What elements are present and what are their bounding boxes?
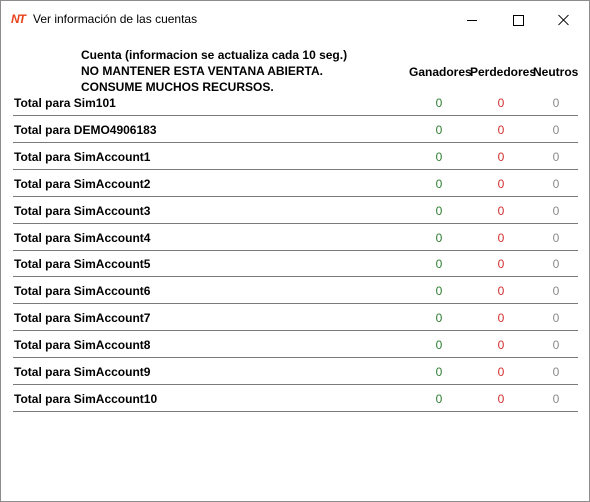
account-total-label: Total para SimAccount10 [14, 391, 158, 406]
perdedores-value: 0 [497, 122, 505, 137]
column-header-neutros: Neutros [533, 65, 579, 79]
ganadores-value: 0 [435, 203, 443, 218]
column-header-perdedores: Perdedores [470, 65, 537, 79]
perdedores-value: 0 [497, 230, 505, 245]
column-header-ganadores: Ganadores [409, 65, 472, 79]
notice-line-1: Cuenta (informacion se actualiza cada 10… [81, 48, 348, 62]
neutros-value: 0 [552, 365, 560, 379]
neutros-value: 0 [552, 284, 560, 299]
neutros-value: 0 [552, 257, 560, 272]
perdedores-value: 0 [497, 338, 505, 353]
table-row: Total para SimAccount10 0 0 0 [13, 385, 578, 412]
account-total-label: Total para SimAccount4 [14, 230, 151, 245]
table-row: Total para SimAccount3 0 0 0 [13, 197, 578, 224]
perdedores-value: 0 [497, 203, 505, 218]
ganadores-value: 0 [435, 149, 443, 164]
ganadores-value: 0 [435, 365, 443, 379]
table-row: Total para SimAccount6 0 0 0 [13, 277, 578, 305]
table-row: Total para Sim101 0 0 0 [13, 89, 578, 116]
table-row: Total para DEMO4906183 0 0 0 [13, 116, 578, 143]
close-button[interactable] [541, 1, 587, 39]
ganadores-value: 0 [435, 176, 443, 191]
ganadores-value: 0 [435, 391, 443, 406]
perdedores-value: 0 [497, 365, 505, 379]
perdedores-value: 0 [497, 257, 505, 272]
neutros-value: 0 [552, 176, 560, 191]
perdedores-value: 0 [497, 176, 505, 191]
table-row: Total para SimAccount9 0 0 0 [13, 358, 578, 385]
account-total-label: Total para SimAccount5 [14, 257, 151, 272]
neutros-value: 0 [552, 230, 560, 245]
account-total-label: Total para Sim101 [14, 96, 116, 110]
ganadores-value: 0 [435, 230, 443, 245]
neutros-value: 0 [552, 96, 560, 110]
account-total-label: Total para SimAccount7 [14, 311, 151, 326]
table-row: Total para SimAccount7 0 0 0 [13, 304, 578, 332]
account-info-window: NT Ver información de las cuentas Cuenta… [0, 0, 590, 502]
ganadores-value: 0 [435, 122, 443, 137]
perdedores-value: 0 [497, 96, 505, 110]
title-bar[interactable]: NT Ver información de las cuentas [1, 1, 589, 39]
neutros-value: 0 [552, 391, 560, 406]
notice-line-2: NO MANTENER ESTA VENTANA ABIERTA. [81, 64, 323, 78]
refresh-notice: Cuenta (informacion se actualiza cada 10… [81, 47, 347, 95]
ganadores-value: 0 [435, 338, 443, 353]
close-icon [558, 14, 570, 26]
neutros-value: 0 [552, 311, 560, 326]
maximize-icon [512, 14, 524, 26]
perdedores-value: 0 [497, 311, 505, 326]
ganadores-value: 0 [435, 284, 443, 299]
table-row: Total para SimAccount5 0 0 0 [13, 250, 578, 278]
account-total-label: Total para SimAccount3 [14, 203, 151, 218]
table-row: Total para SimAccount4 0 0 0 [13, 224, 578, 251]
perdedores-value: 0 [497, 391, 505, 406]
account-total-label: Total para SimAccount9 [14, 365, 151, 379]
window-title: Ver información de las cuentas [33, 12, 198, 26]
table-row: Total para SimAccount2 0 0 0 [13, 170, 578, 197]
ganadores-value: 0 [435, 311, 443, 326]
neutros-value: 0 [552, 149, 560, 164]
account-total-label: Total para SimAccount8 [14, 338, 151, 353]
minimize-icon [467, 19, 477, 21]
minimize-button[interactable] [449, 1, 495, 39]
maximize-button[interactable] [495, 1, 541, 39]
account-total-label: Total para SimAccount2 [14, 176, 151, 191]
neutros-value: 0 [552, 338, 560, 353]
account-total-label: Total para SimAccount1 [14, 149, 151, 164]
table-row: Total para SimAccount8 0 0 0 [13, 331, 578, 359]
ganadores-value: 0 [435, 257, 443, 272]
account-total-label: Total para SimAccount6 [14, 284, 151, 299]
perdedores-value: 0 [497, 284, 505, 299]
perdedores-value: 0 [497, 149, 505, 164]
neutros-value: 0 [552, 203, 560, 218]
table-row: Total para SimAccount1 0 0 0 [13, 143, 578, 170]
app-logo-icon: NT [11, 12, 26, 26]
ganadores-value: 0 [435, 96, 443, 110]
neutros-value: 0 [552, 122, 560, 137]
account-total-label: Total para DEMO4906183 [14, 122, 157, 137]
